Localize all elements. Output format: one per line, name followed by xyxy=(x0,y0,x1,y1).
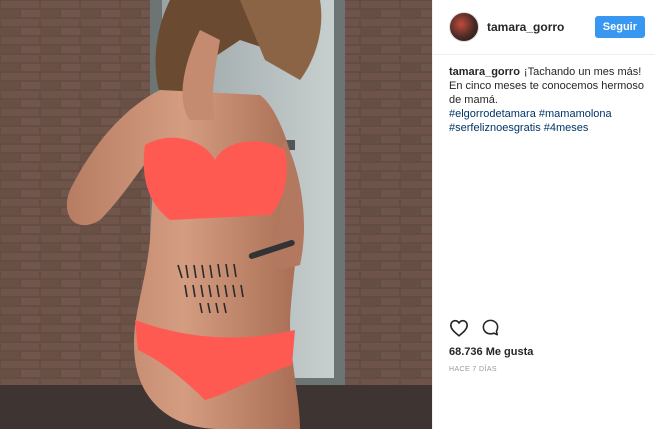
caption-username[interactable]: tamara_gorro xyxy=(449,66,520,78)
hashtag-link[interactable]: #4meses xyxy=(544,122,589,134)
action-bar xyxy=(449,318,500,337)
avatar[interactable] xyxy=(449,12,479,42)
likes-number: 68.736 xyxy=(449,346,483,358)
post-timestamp[interactable]: HACE 7 DÍAS xyxy=(449,366,497,373)
heart-icon[interactable] xyxy=(449,319,469,337)
comment-icon[interactable] xyxy=(481,318,500,337)
username[interactable]: tamara_gorro xyxy=(487,20,595,34)
post-photo[interactable] xyxy=(0,0,432,429)
post-sidebar: tamara_gorro Seguir tamara_gorro ¡Tachand… xyxy=(432,0,655,429)
likes-count[interactable]: 68.736 Me gusta xyxy=(449,346,533,358)
photo-illustration xyxy=(0,0,432,429)
post-caption: tamara_gorro ¡Tachando un mes más! En cin… xyxy=(433,55,655,135)
hashtag-list: #elgorrodetamara #mamamolona #serfelizno… xyxy=(449,107,645,135)
instagram-post: tamara_gorro Seguir tamara_gorro ¡Tachand… xyxy=(0,0,655,429)
hashtag-link[interactable]: #mamamolona xyxy=(539,108,612,120)
follow-button[interactable]: Seguir xyxy=(594,16,645,38)
likes-label: Me gusta xyxy=(485,346,534,358)
hashtag-link[interactable]: #elgorrodetamara xyxy=(449,108,536,120)
hashtag-link[interactable]: #serfeliznoesgratis xyxy=(449,122,541,134)
post-header: tamara_gorro Seguir xyxy=(433,0,655,55)
